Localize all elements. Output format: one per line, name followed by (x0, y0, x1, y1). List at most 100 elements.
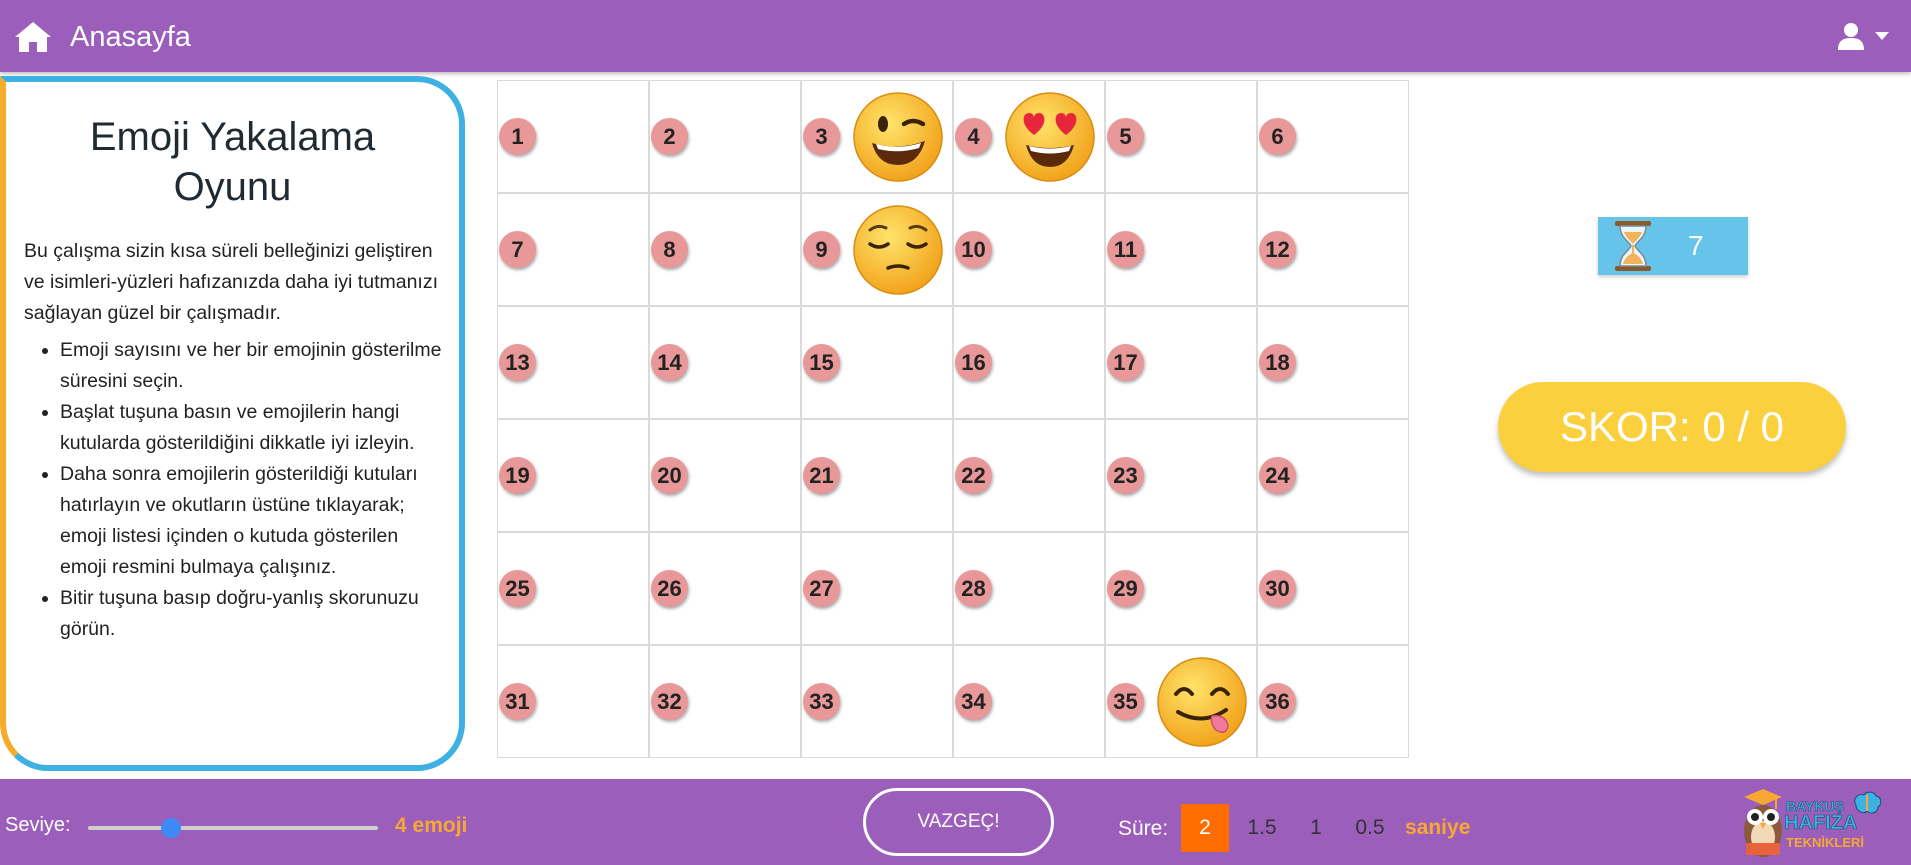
cell-number-badge: 34 (955, 683, 992, 720)
cell-number-badge: 36 (1259, 683, 1296, 720)
instruction-step: Emoji sayısını ve her bir emojinin göste… (60, 335, 449, 397)
grid-cell[interactable]: 13 (497, 306, 649, 419)
cell-number-badge: 12 (1259, 231, 1296, 268)
grid-cell[interactable]: 34 (953, 645, 1105, 758)
cell-number-badge: 9 (803, 231, 840, 268)
grid-cell[interactable]: 32 (649, 645, 801, 758)
score-badge: SKOR: 0 / 0 (1498, 382, 1846, 472)
grid-cell[interactable]: 7 (497, 193, 649, 306)
cell-number-badge: 10 (955, 231, 992, 268)
duration-label: Süre: (1118, 817, 1169, 840)
cell-number-badge: 8 (651, 231, 688, 268)
grid-cell[interactable]: 6 (1257, 80, 1409, 193)
cell-number-badge: 26 (651, 570, 688, 607)
chevron-down-icon (1875, 32, 1889, 40)
cell-number-badge: 2 (651, 118, 688, 155)
duration-option-1[interactable]: 1 (1295, 804, 1337, 852)
cell-number-badge: 17 (1107, 344, 1144, 381)
grid-cell[interactable]: 4 (953, 80, 1105, 193)
grid-cell[interactable]: 36 (1257, 645, 1409, 758)
duration-option-0-5[interactable]: 0.5 (1343, 804, 1397, 852)
instruction-step: Daha sonra emojilerin gösterildiği kutul… (60, 459, 449, 583)
logo-line-3: TEKNİKLERİ (1786, 835, 1864, 850)
home-label: Anasayfa (70, 21, 191, 53)
heart-eyes-emoji (1005, 92, 1095, 182)
cell-number-badge: 14 (651, 344, 688, 381)
grid-cell[interactable]: 30 (1257, 532, 1409, 645)
cell-number-badge: 20 (651, 457, 688, 494)
countdown-timer: 7 (1598, 217, 1748, 275)
grid-cell[interactable]: 24 (1257, 419, 1409, 532)
instructions-panel: Emoji Yakalama Oyunu Bu çalışma sizin kı… (0, 76, 465, 771)
grid-cell[interactable]: 23 (1105, 419, 1257, 532)
cell-number-badge: 21 (803, 457, 840, 494)
instruction-list: Emoji sayısını ve her bir emojinin göste… (24, 335, 449, 645)
grid-cell[interactable]: 27 (801, 532, 953, 645)
cell-number-badge: 24 (1259, 457, 1296, 494)
yum-face-emoji (1157, 657, 1247, 747)
relieved-face-emoji (853, 205, 943, 295)
timer-value: 7 (1688, 230, 1704, 261)
cell-number-badge: 31 (499, 683, 536, 720)
grid-cell[interactable]: 26 (649, 532, 801, 645)
hourglass-icon (1615, 221, 1651, 271)
cell-number-badge: 32 (651, 683, 688, 720)
cell-number-badge: 6 (1259, 118, 1296, 155)
duration-option-2[interactable]: 2 (1181, 804, 1229, 852)
cell-number-badge: 19 (499, 457, 536, 494)
grid-cell[interactable]: 17 (1105, 306, 1257, 419)
grid-cell[interactable]: 22 (953, 419, 1105, 532)
cell-number-badge: 13 (499, 344, 536, 381)
grid-cell[interactable]: 18 (1257, 306, 1409, 419)
cell-number-badge: 28 (955, 570, 992, 607)
home-link[interactable]: Anasayfa (14, 20, 191, 54)
cell-number-badge: 7 (499, 231, 536, 268)
cell-number-badge: 18 (1259, 344, 1296, 381)
grid-cell[interactable]: 14 (649, 306, 801, 419)
score-label: SKOR: 0 / 0 (1559, 403, 1785, 450)
cell-number-badge: 33 (803, 683, 840, 720)
grid-cell[interactable]: 28 (953, 532, 1105, 645)
winking-face-emoji (853, 92, 943, 182)
grid-cell[interactable]: 16 (953, 306, 1105, 419)
grid-cell[interactable]: 25 (497, 532, 649, 645)
user-icon (1838, 23, 1864, 50)
cell-number-badge: 16 (955, 344, 992, 381)
user-menu[interactable] (1837, 22, 1889, 50)
cell-number-badge: 1 (499, 118, 536, 155)
cell-number-badge: 29 (1107, 570, 1144, 607)
grid-cell[interactable]: 21 (801, 419, 953, 532)
grid-cell[interactable]: 31 (497, 645, 649, 758)
grid-cell[interactable]: 29 (1105, 532, 1257, 645)
duration-option-1-5[interactable]: 1.5 (1235, 804, 1289, 852)
cell-number-badge: 15 (803, 344, 840, 381)
grid-cell[interactable]: 20 (649, 419, 801, 532)
cancel-button[interactable]: VAZGEÇ! (863, 788, 1054, 856)
level-value: 4 emoji (395, 814, 468, 837)
level-slider[interactable] (88, 818, 378, 838)
grid-cell[interactable]: 15 (801, 306, 953, 419)
grid-cell[interactable]: 35 (1105, 645, 1257, 758)
emoji-grid: 1 2 3 4 5 6 7 8 9 10 11 12 13 14 15 16 17 18 19 20 21 22 23 24 2… (497, 80, 1409, 758)
grid-cell[interactable]: 1 (497, 80, 649, 193)
owl-logo-icon (1744, 789, 1782, 857)
grid-cell[interactable]: 9 (801, 193, 953, 306)
top-navbar: Anasayfa (0, 0, 1911, 72)
logo-line-2: HAFIZA (1784, 812, 1858, 835)
grid-cell[interactable]: 5 (1105, 80, 1257, 193)
grid-cell[interactable]: 11 (1105, 193, 1257, 306)
grid-cell[interactable]: 12 (1257, 193, 1409, 306)
grid-cell[interactable]: 33 (801, 645, 953, 758)
grid-cell[interactable]: 10 (953, 193, 1105, 306)
level-slider-thumb[interactable] (160, 818, 181, 838)
cell-number-badge: 22 (955, 457, 992, 494)
grid-cell[interactable]: 2 (649, 80, 801, 193)
instruction-step: Başlat tuşuna basın ve emojilerin hangi … (60, 397, 449, 459)
cell-number-badge: 27 (803, 570, 840, 607)
instruction-step: Bitir tuşuna basıp doğru-yanlış skorunuz… (60, 583, 449, 645)
duration-unit: saniye (1405, 816, 1471, 839)
grid-cell[interactable]: 8 (649, 193, 801, 306)
grid-cell[interactable]: 19 (497, 419, 649, 532)
cell-number-badge: 30 (1259, 570, 1296, 607)
grid-cell[interactable]: 3 (801, 80, 953, 193)
